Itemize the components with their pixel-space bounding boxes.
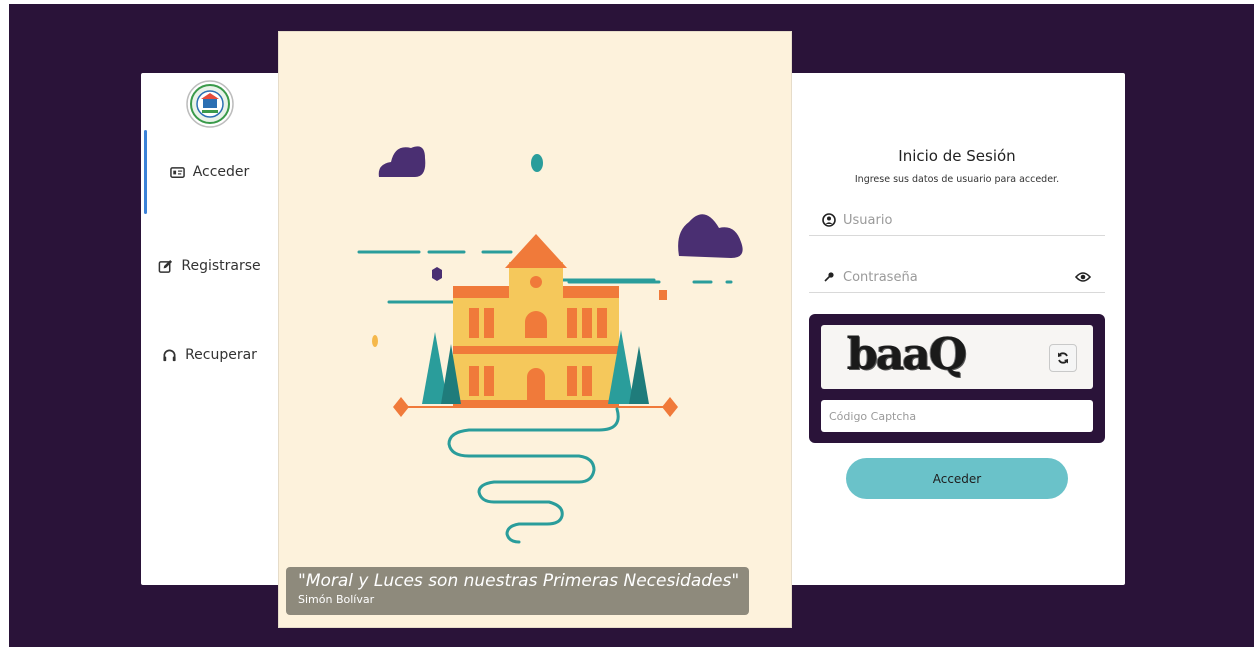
headset-icon (163, 349, 176, 361)
nav-registrarse-label: Registrarse (181, 258, 261, 274)
captcha-input[interactable] (821, 400, 1093, 432)
form-subtitle: Ingrese sus datos de usuario para accede… (854, 174, 1060, 185)
refresh-captcha-button[interactable] (1049, 344, 1077, 372)
username-input[interactable] (837, 211, 1105, 229)
refresh-icon (1058, 352, 1068, 364)
nav-recuperar[interactable]: Recuperar (141, 313, 278, 397)
quote-box: "Moral y Luces son nuestras Primeras Nec… (286, 567, 749, 615)
username-field (809, 205, 1105, 236)
school-illustration (357, 146, 743, 544)
nav-acceder-label: Acceder (192, 164, 250, 180)
quote-author: Simón Bolívar (298, 593, 375, 606)
nav-registrarse[interactable]: Registrarse (141, 224, 278, 308)
submit-button[interactable]: Acceder (846, 458, 1068, 499)
id-card-icon (169, 166, 185, 178)
password-input[interactable] (837, 268, 1075, 286)
quote-text: "Moral y Luces son nuestras Primeras Nec… (298, 571, 740, 591)
key-icon (821, 271, 837, 283)
illustration-panel: "Moral y Luces son nuestras Primeras Nec… (278, 31, 792, 628)
captcha-text: baaQ (847, 329, 967, 380)
captcha-image: baaQ (821, 325, 1093, 389)
institution-logo (186, 80, 234, 128)
nav-acceder[interactable]: Acceder (141, 130, 278, 214)
nav-recuperar-label: Recuperar (185, 347, 257, 363)
form-title: Inicio de Sesión (898, 147, 1016, 165)
password-field (809, 262, 1105, 293)
eye-icon[interactable] (1074, 268, 1092, 287)
captcha-container: baaQ (809, 314, 1105, 443)
edit-icon (159, 259, 173, 273)
user-circle-icon (821, 213, 837, 227)
